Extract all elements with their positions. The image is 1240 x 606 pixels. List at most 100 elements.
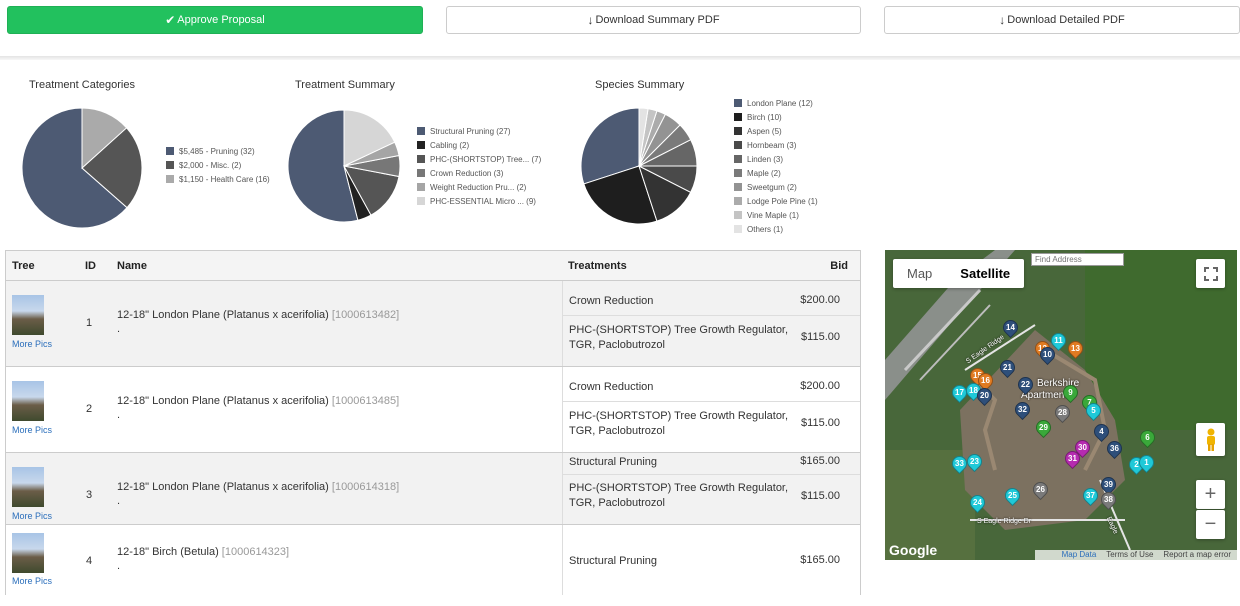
- legend-label: Sweetgum (2): [747, 182, 797, 192]
- more-pics-link[interactable]: More Pics: [12, 511, 52, 521]
- marker-number: 11: [1054, 336, 1063, 345]
- legend-swatch: [417, 197, 425, 205]
- tree-id: 3: [86, 489, 93, 501]
- header-name: Name: [117, 260, 147, 272]
- legend-item: Aspen (5): [734, 124, 818, 138]
- tree-note: .: [117, 495, 121, 507]
- legend-item: Maple (2): [734, 166, 818, 180]
- tree-photo-thumbnail[interactable]: [12, 381, 44, 421]
- legend-label: Others (1): [747, 224, 784, 234]
- approve-proposal-button[interactable]: ✔ Approve Proposal: [7, 6, 423, 34]
- treatment-bid: $115.00: [801, 417, 840, 429]
- approve-proposal-label: Approve Proposal: [177, 14, 265, 26]
- legend-label: Linden (3): [747, 154, 784, 164]
- treatment-categories-pie: [21, 107, 143, 229]
- legend-label: Lodge Pole Pine (1): [747, 196, 818, 206]
- tree-name-text: 12-18" Birch (Betula): [117, 546, 219, 558]
- plus-icon: +: [1204, 483, 1217, 505]
- header-treatments: Treatments: [568, 260, 627, 272]
- tree-photo-thumbnail[interactable]: [12, 533, 44, 573]
- marker-number: 20: [980, 391, 989, 400]
- legend-item: Weight Reduction Pru... (2): [417, 180, 541, 194]
- tree-note: .: [117, 409, 121, 421]
- marker-number: 29: [1039, 423, 1048, 432]
- legend-swatch: [417, 169, 425, 177]
- street-view-pegman-button[interactable]: [1196, 423, 1225, 456]
- treatment-name: Crown Reduction: [569, 381, 654, 393]
- marker-number: 23: [970, 457, 979, 466]
- tree-code: [1000613485]: [331, 395, 400, 407]
- legend-item: $1,150 - Health Care (16): [166, 172, 270, 186]
- legend-label: PHC-(SHORTSTOP) Tree... (7): [430, 154, 542, 164]
- marker-number: 39: [1104, 480, 1113, 489]
- legend-item: Cabling (2): [417, 138, 541, 152]
- download-summary-pdf-button[interactable]: ↓ Download Summary PDF: [446, 6, 861, 34]
- fullscreen-button[interactable]: [1196, 259, 1225, 288]
- report-map-error-link[interactable]: Report a map error: [1163, 550, 1231, 560]
- marker-number: 28: [1058, 408, 1067, 417]
- fullscreen-icon: [1203, 266, 1218, 281]
- legend-item: $5,485 - Pruning (32): [166, 144, 270, 158]
- treatment-summary-pie: [287, 109, 401, 223]
- marker-number: 26: [1036, 485, 1045, 494]
- marker-number: 1: [1144, 458, 1149, 467]
- more-pics-link[interactable]: More Pics: [12, 339, 52, 349]
- treatments-cell: Structural Pruning $165.00: [562, 525, 860, 595]
- tree-name: 12-18" London Plane (Platanus x acerifol…: [117, 309, 399, 321]
- legend-item: London Plane (12): [734, 96, 818, 110]
- map-data-link[interactable]: Map Data: [1062, 550, 1097, 560]
- tree-name-text: 12-18" London Plane (Platanus x acerifol…: [117, 309, 329, 321]
- treatment-summary-legend: Structural Pruning (27) Cabling (2) PHC-(S…: [417, 124, 541, 208]
- treatments-cell: Structural Pruning $165.00 PHC-(SHORTSTO…: [562, 453, 860, 524]
- check-icon: ✔: [165, 13, 176, 27]
- marker-number: 24: [973, 498, 982, 507]
- treatment-bid: $115.00: [801, 490, 840, 502]
- legend-swatch: [734, 169, 742, 177]
- chart-title-species-summary: Species Summary: [595, 79, 685, 91]
- legend-item: Hornbeam (3): [734, 138, 818, 152]
- marker-number: 22: [1021, 380, 1030, 389]
- find-address-input[interactable]: [1031, 253, 1124, 266]
- treatment-bid: $165.00: [800, 554, 840, 566]
- more-pics-link[interactable]: More Pics: [12, 425, 52, 435]
- treatment-name: Structural Pruning: [569, 555, 658, 567]
- marker-number: 36: [1110, 444, 1119, 453]
- treatment-item: Structural Pruning $165.00: [563, 453, 860, 475]
- legend-label: Structural Pruning (27): [430, 126, 511, 136]
- table-row: More Pics 2 12-18" London Plane (Platanu…: [6, 367, 860, 453]
- tree-code: [1000614323]: [221, 546, 290, 558]
- marker-number: 32: [1018, 405, 1027, 414]
- tree-photo-thumbnail[interactable]: [12, 295, 44, 335]
- legend-label: Hornbeam (3): [747, 140, 797, 150]
- table-row: More Pics 3 12-18" London Plane (Platanu…: [6, 453, 860, 525]
- zoom-out-button[interactable]: −: [1196, 510, 1225, 539]
- legend-label: Aspen (5): [747, 126, 782, 136]
- tree-id: 2: [86, 403, 93, 415]
- legend-swatch: [734, 211, 742, 219]
- map-tab-satellite[interactable]: Satellite: [946, 259, 1024, 288]
- legend-swatch: [734, 113, 742, 121]
- treatment-item: Crown Reduction $200.00: [563, 367, 860, 402]
- marker-number: 4: [1099, 427, 1104, 436]
- legend-label: Cabling (2): [430, 140, 470, 150]
- chart-title-treatment-categories: Treatment Categories: [29, 79, 135, 91]
- tree-code: [1000614318]: [331, 481, 400, 493]
- table-row: More Pics 4 12-18" Birch (Betula) [10006…: [6, 525, 860, 595]
- map-tab-map[interactable]: Map: [893, 259, 946, 288]
- legend-label: London Plane (12): [747, 98, 813, 108]
- tree-location-map[interactable]: S Eagle Ridge S Eagle Ridge Dr Eagle Ber…: [885, 250, 1237, 560]
- legend-item: Others (1): [734, 222, 818, 236]
- legend-label: $2,000 - Misc. (2): [179, 160, 242, 170]
- terms-of-use-link[interactable]: Terms of Use: [1106, 550, 1153, 560]
- map-attribution-bar: Map Data Terms of Use Report a map error: [1035, 550, 1237, 560]
- download-detailed-pdf-button[interactable]: ↓ Download Detailed PDF: [884, 6, 1240, 34]
- zoom-in-button[interactable]: +: [1196, 480, 1225, 509]
- tree-id: 1: [86, 317, 93, 329]
- header-id: ID: [85, 260, 96, 272]
- marker-number: 6: [1145, 433, 1150, 442]
- marker-number: 21: [1003, 363, 1012, 372]
- marker-number: 14: [1006, 323, 1015, 332]
- species-summary-legend: London Plane (12) Birch (10) Aspen (5) Horn…: [734, 96, 818, 236]
- tree-photo-thumbnail[interactable]: [12, 467, 44, 507]
- more-pics-link[interactable]: More Pics: [12, 576, 52, 586]
